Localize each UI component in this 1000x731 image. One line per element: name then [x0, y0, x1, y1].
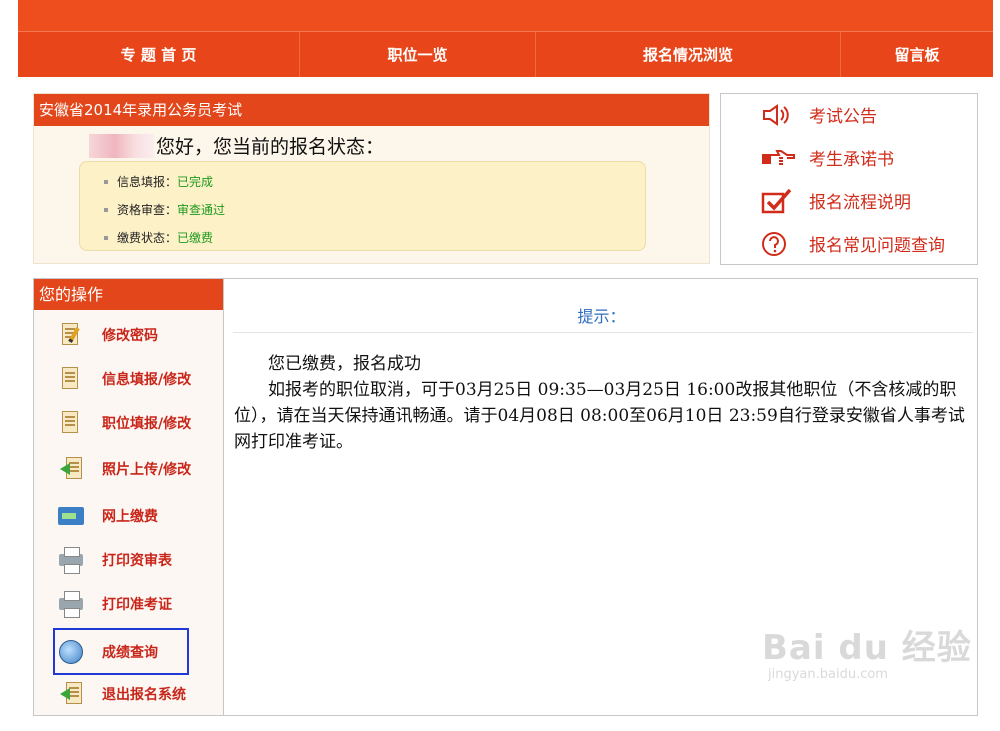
- hint-heading: 提示：: [577, 307, 626, 326]
- speaker-icon: [761, 103, 795, 127]
- op-label: 职位填报/修改: [102, 416, 192, 432]
- magnifier-icon: [58, 638, 84, 666]
- exit-icon: [58, 680, 84, 708]
- watermark-logo: Bai du 经验: [762, 628, 972, 668]
- link-process-guide[interactable]: 报名流程说明: [761, 188, 911, 213]
- printer-icon: [58, 546, 84, 574]
- document-icon: [58, 365, 84, 393]
- link-candidate-pledge[interactable]: 考生承诺书: [761, 145, 894, 170]
- operations-title: 您的操作: [34, 279, 223, 310]
- main-nav: 专 题 首 页 职位一览 报名情况浏览 留言板: [18, 31, 993, 77]
- status-value: 审查通过: [177, 203, 226, 217]
- op-edit-position[interactable]: 职位填报/修改: [58, 405, 191, 441]
- checkbox-icon: [761, 188, 795, 213]
- link-label: 报名流程说明: [809, 193, 911, 213]
- operations-sidebar: 您的操作 修改密码 信息填报/修改 职位填报/修改 照片上传/修改 网上缴费 打…: [34, 279, 224, 715]
- nav-positions[interactable]: 职位一览: [300, 32, 536, 77]
- op-label: 打印资审表: [102, 553, 172, 569]
- op-label: 照片上传/修改: [102, 462, 192, 478]
- op-label: 修改密码: [102, 328, 158, 344]
- status-row-review: 资格审查： 审查通过: [104, 196, 645, 224]
- op-print-review-form[interactable]: 打印资审表: [58, 542, 172, 578]
- link-label: 报名常见问题查询: [809, 236, 945, 256]
- top-banner: [18, 0, 993, 31]
- blurred-username: [89, 133, 154, 158]
- op-print-admission-ticket[interactable]: 打印准考证: [58, 586, 172, 622]
- watermark-url: jingyan.baidu.com: [768, 667, 888, 682]
- nav-message-board[interactable]: 留言板: [841, 32, 993, 77]
- printer-icon: [58, 590, 84, 618]
- op-edit-info[interactable]: 信息填报/修改: [58, 361, 191, 397]
- pointing-hand-icon: [761, 146, 795, 170]
- greeting-text: 您好，您当前的报名状态：: [156, 136, 385, 158]
- op-exit-system[interactable]: 退出报名系统: [58, 676, 186, 712]
- status-value: 已完成: [177, 175, 214, 189]
- message-line-1: 您已缴费，报名成功: [268, 354, 421, 374]
- quick-links-panel: 考试公告 考生承诺书 报名流程说明 报名常见问题查询: [720, 93, 978, 265]
- op-label: 成绩查询: [102, 645, 158, 661]
- bullet-icon: [104, 236, 108, 240]
- greeting: 您好，您当前的报名状态：: [89, 132, 384, 159]
- question-icon: [761, 231, 795, 256]
- nav-registration-stats[interactable]: 报名情况浏览: [536, 32, 841, 77]
- status-value: 已缴费: [177, 231, 214, 245]
- op-upload-photo[interactable]: 照片上传/修改: [58, 451, 191, 487]
- link-label: 考生承诺书: [809, 150, 894, 170]
- op-label: 退出报名系统: [102, 687, 186, 703]
- op-label: 网上缴费: [102, 509, 158, 525]
- nav-home[interactable]: 专 题 首 页: [18, 32, 300, 77]
- document-icon: [58, 409, 84, 437]
- status-row-info: 信息填报： 已完成: [104, 168, 645, 196]
- op-online-payment[interactable]: 网上缴费: [58, 498, 158, 534]
- link-label: 考试公告: [809, 107, 877, 127]
- op-label: 信息填报/修改: [102, 372, 192, 388]
- bullet-icon: [104, 208, 108, 212]
- status-label: 资格审查：: [117, 203, 178, 217]
- divider: [233, 332, 973, 333]
- registration-status-panel: 安徽省2014年录用公务员考试 您好，您当前的报名状态： 信息填报： 已完成 资…: [33, 93, 710, 264]
- status-label: 缴费状态：: [117, 231, 178, 245]
- message-line-2: 如报考的职位取消，可于03月25日 09:35—03月25日 16:00改报其他…: [234, 380, 965, 452]
- link-exam-announcement[interactable]: 考试公告: [761, 102, 877, 127]
- edit-document-icon: [58, 321, 84, 349]
- op-label: 打印准考证: [102, 597, 172, 613]
- status-list: 信息填报： 已完成 资格审查： 审查通过 缴费状态： 已缴费: [79, 161, 646, 251]
- baidu-watermark: Bai du 经验 jingyan.baidu.com: [762, 620, 972, 682]
- bullet-icon: [104, 180, 108, 184]
- upload-icon: [58, 455, 84, 483]
- message-body: 您已缴费，报名成功 如报考的职位取消，可于03月25日 09:35—03月25日…: [234, 351, 972, 455]
- payment-card-icon: [58, 502, 84, 530]
- link-faq[interactable]: 报名常见问题查询: [761, 231, 945, 256]
- status-row-payment: 缴费状态： 已缴费: [104, 224, 645, 252]
- status-label: 信息填报：: [117, 175, 178, 189]
- op-score-query[interactable]: 成绩查询: [58, 634, 158, 670]
- op-change-password[interactable]: 修改密码: [58, 317, 158, 353]
- exam-title: 安徽省2014年录用公务员考试: [34, 94, 709, 126]
